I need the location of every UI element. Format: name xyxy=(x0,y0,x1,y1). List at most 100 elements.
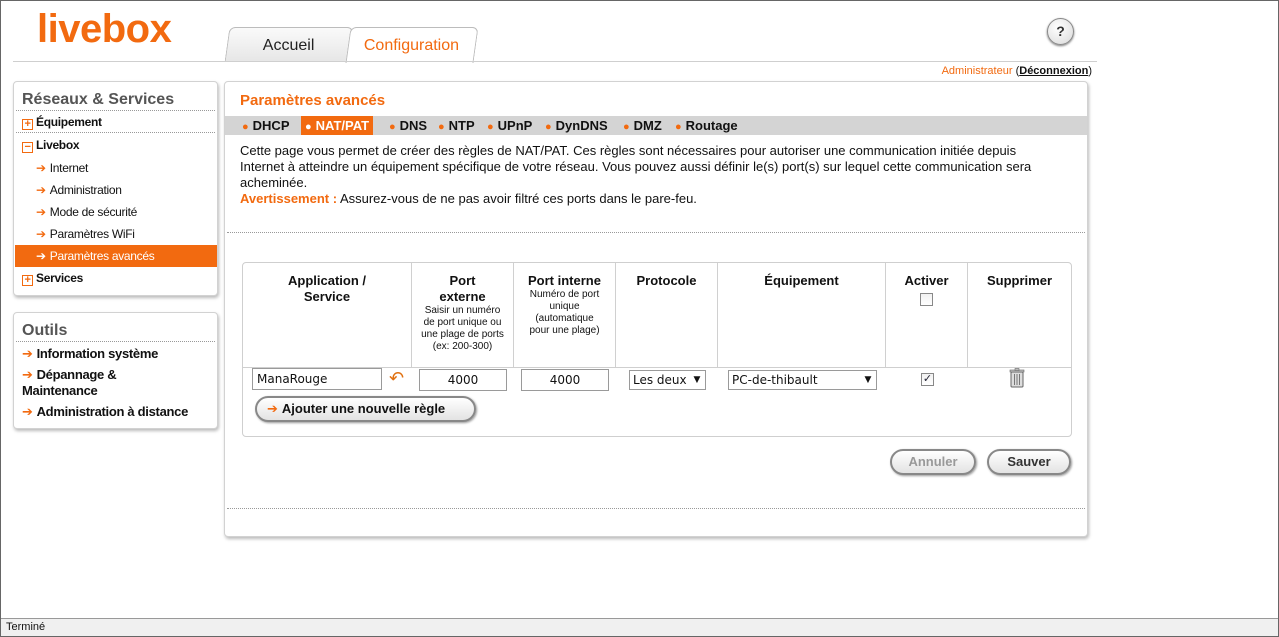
status-bar: Terminé xyxy=(1,618,1278,636)
arrow-right-icon: ➔ xyxy=(22,404,33,419)
application-input[interactable] xyxy=(252,368,382,390)
plus-box-icon: + xyxy=(22,119,33,130)
submenu-item-advanced-settings[interactable]: ➔ Paramètres avancés xyxy=(15,245,217,267)
tools-item-label: Information système xyxy=(36,346,159,361)
protocol-select[interactable]: Les deux ▼ xyxy=(629,370,706,390)
chevron-down-icon: ▼ xyxy=(691,371,703,389)
col-header-hint: Saisir un numéro de port unique ou une p… xyxy=(421,305,504,352)
menu-item-equipement[interactable]: + Équipement xyxy=(22,115,102,130)
add-rule-label: Ajouter une nouvelle règle xyxy=(281,401,446,416)
warning-label: Avertissement : xyxy=(240,191,338,206)
tab-accueil[interactable]: Accueil xyxy=(224,27,354,62)
col-header-label: Port interne xyxy=(528,273,601,288)
tools-item-troubleshooting[interactable]: ➔ Dépannage & Maintenance xyxy=(22,367,152,399)
col-header-hint: Numéro de port unique (automatique pour … xyxy=(529,289,600,336)
tab-configuration[interactable]: Configuration xyxy=(345,27,479,63)
subnav-routage[interactable]: ● Routage xyxy=(675,116,738,135)
tools-menu: Outils ➔ Information système ➔ Dépannage &… xyxy=(13,312,218,429)
add-rule-button[interactable]: ➔ Ajouter une nouvelle règle xyxy=(255,396,476,422)
submenu-item-administration[interactable]: ➔ Administration xyxy=(36,183,122,197)
bullet-icon: ● xyxy=(305,121,312,133)
col-external-port: Port externe Saisir un numéro de port uni… xyxy=(412,263,514,367)
logout-link[interactable]: Déconnexion xyxy=(1019,65,1088,77)
submenu-label: Mode de sécurité xyxy=(49,205,138,219)
subnav-ntp[interactable]: ● NTP xyxy=(438,116,475,135)
main-panel: Paramètres avancés ● DHCP ● NAT/PAT ● DNS ●… xyxy=(224,81,1088,537)
tools-item-label: Administration à distance xyxy=(36,404,189,419)
arrow-right-icon: ➔ xyxy=(36,161,46,175)
enable-all-checkbox[interactable] xyxy=(920,293,933,306)
subnav-nat-pat[interactable]: ● NAT/PAT xyxy=(301,116,374,135)
menu-item-services[interactable]: + Services xyxy=(22,271,83,286)
col-header-label: Protocole xyxy=(636,273,697,288)
arrow-right-icon: ➔ xyxy=(22,367,33,382)
col-header-label: Activer xyxy=(904,273,949,288)
bullet-icon: ● xyxy=(438,121,445,133)
arrow-right-icon: ➔ xyxy=(36,205,46,219)
subnav-label: NAT/PAT xyxy=(315,118,370,133)
livebox-logo: livebox xyxy=(37,7,172,51)
col-header-label: Application / Service xyxy=(288,273,366,304)
chevron-down-icon: ▼ xyxy=(862,371,874,389)
col-header-label: Équipement xyxy=(764,273,839,288)
save-button[interactable]: Sauver xyxy=(987,449,1071,475)
submenu-item-wifi-settings[interactable]: ➔ Paramètres WiFi xyxy=(36,227,135,241)
subnav-label: DMZ xyxy=(633,118,662,133)
intro-text: Cette page vous permet de créer des règl… xyxy=(240,143,1060,207)
divider xyxy=(227,508,1085,509)
bullet-icon: ● xyxy=(389,121,396,133)
page-title: Paramètres avancés xyxy=(240,92,386,109)
tab-configuration-label: Configuration xyxy=(364,37,460,54)
bullet-icon: ● xyxy=(242,121,249,133)
submenu-label: Internet xyxy=(49,161,89,175)
enable-checkbox[interactable]: ✓ xyxy=(921,373,934,386)
subnav-dyndns[interactable]: ● DynDNS xyxy=(545,116,608,135)
col-enable: Activer xyxy=(886,263,968,367)
subnav-upnp[interactable]: ● UPnP xyxy=(487,116,532,135)
external-port-input[interactable] xyxy=(419,369,507,391)
subnav-dmz[interactable]: ● DMZ xyxy=(623,116,662,135)
help-icon[interactable]: ? xyxy=(1047,18,1074,45)
trash-icon[interactable] xyxy=(1009,368,1025,391)
arrow-right-icon: ➔ xyxy=(36,249,46,263)
submenu-item-security-mode[interactable]: ➔ Mode de sécurité xyxy=(36,205,137,219)
bullet-icon: ● xyxy=(623,121,630,133)
device-select[interactable]: PC-de-thibault ▼ xyxy=(728,370,877,390)
user-name: Administrateur xyxy=(941,65,1013,77)
menu-item-label: Services xyxy=(36,271,83,285)
tools-item-remote-admin[interactable]: ➔ Administration à distance xyxy=(22,404,188,420)
plus-box-icon: + xyxy=(22,275,33,286)
cancel-button[interactable]: Annuler xyxy=(890,449,976,475)
col-header-label: Supprimer xyxy=(986,273,1052,288)
subnav-dhcp[interactable]: ● DHCP xyxy=(242,116,290,135)
subnav-dns[interactable]: ● DNS xyxy=(389,116,427,135)
divider xyxy=(227,232,1085,233)
intro-paragraph: Cette page vous permet de créer des règl… xyxy=(240,143,1032,190)
arrow-right-icon: ➔ xyxy=(36,227,46,241)
col-device: Équipement xyxy=(718,263,886,367)
subnav-label: NTP xyxy=(448,118,475,133)
submenu-label: Paramètres avancés xyxy=(49,249,155,263)
bullet-icon: ● xyxy=(675,121,682,133)
network-services-menu: Réseaux & Services + Équipement − Livebox … xyxy=(13,81,218,296)
subnav-label: DNS xyxy=(399,118,428,133)
device-value: PC-de-thibault xyxy=(732,373,818,387)
tools-item-system-info[interactable]: ➔ Information système xyxy=(22,346,158,362)
bullet-icon: ● xyxy=(545,121,552,133)
divider xyxy=(16,110,215,111)
header-divider xyxy=(13,61,1097,62)
submenu-item-internet[interactable]: ➔ Internet xyxy=(36,161,88,175)
arrow-right-icon: ➔ xyxy=(267,401,278,416)
divider xyxy=(16,132,215,133)
advanced-subnav: ● DHCP ● NAT/PAT ● DNS ● NTP ● UPnP ● DynDNS ●… xyxy=(225,116,1087,135)
undo-icon[interactable]: ↶ xyxy=(389,368,404,389)
divider xyxy=(16,341,215,342)
submenu-label: Administration xyxy=(49,183,122,197)
warning-text: Assurez-vous de ne pas avoir filtré ces … xyxy=(337,191,697,206)
subnav-label: DynDNS xyxy=(555,118,608,133)
menu-title: Réseaux & Services xyxy=(22,91,175,108)
menu-item-livebox[interactable]: − Livebox xyxy=(22,138,80,153)
col-application: Application / Service xyxy=(243,263,412,367)
internal-port-input[interactable] xyxy=(521,369,609,391)
user-bar: Administrateur (Déconnexion) xyxy=(941,65,1092,77)
